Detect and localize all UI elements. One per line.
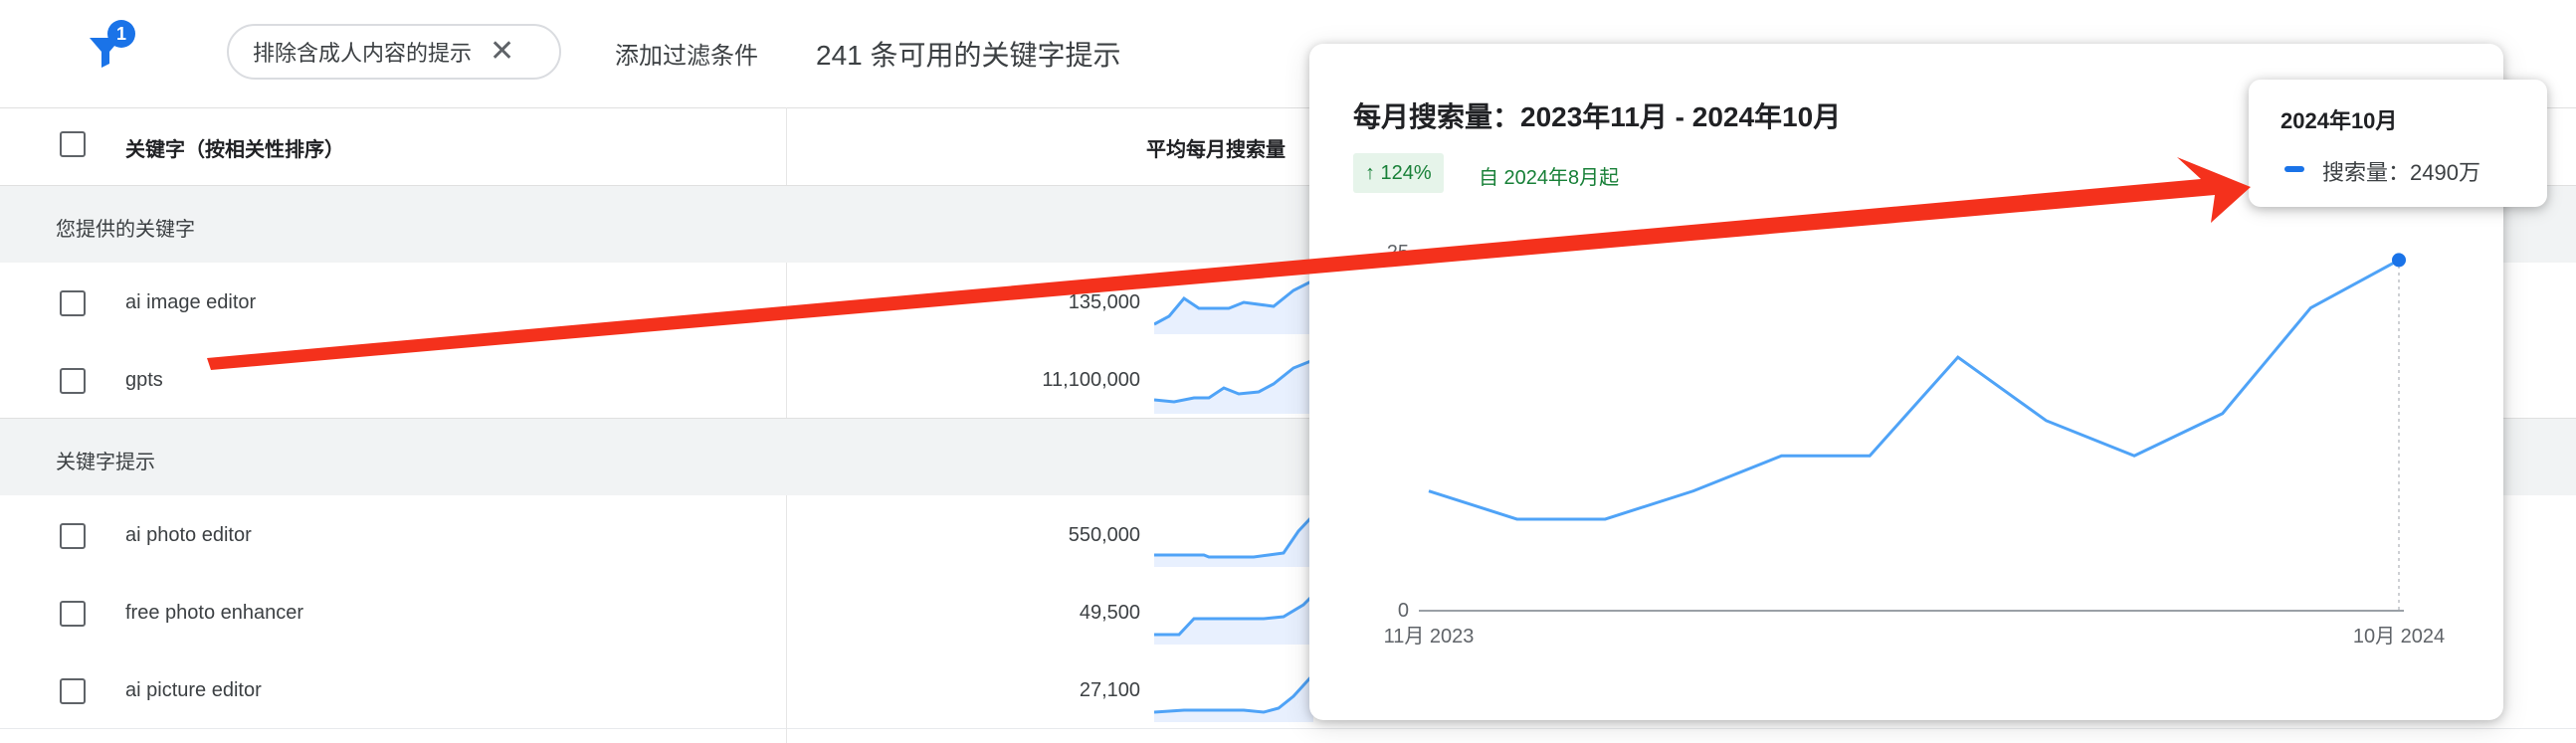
annotation-arrow [207,157,2251,370]
arrow-shape [207,157,2251,370]
